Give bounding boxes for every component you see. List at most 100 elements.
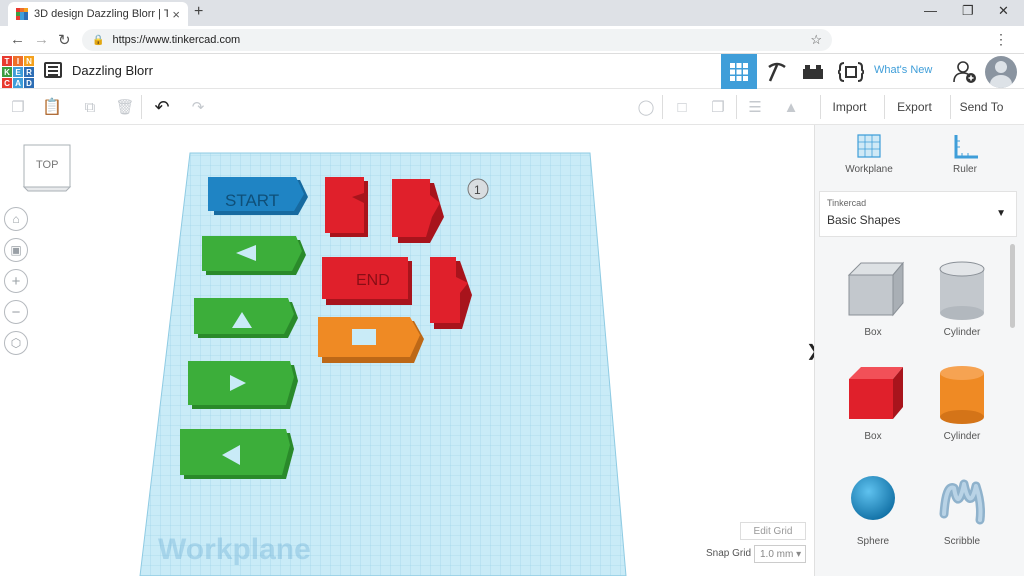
red-box-icon <box>849 367 903 419</box>
edit-toolbar: ❐ 📋 ⧉ 🗑 ↶ ↷ ◯ □ ❐ ☰ ▲ Import Export Send… <box>0 89 1024 125</box>
app-header: TIN KER CAD Dazzling Blorr What's New <box>0 54 1024 89</box>
green-block-4[interactable] <box>180 429 294 479</box>
blue-sphere-icon <box>851 476 895 520</box>
green-block-1[interactable] <box>202 236 306 275</box>
green-block-3[interactable] <box>188 361 298 409</box>
shape-label: Scribble <box>943 536 981 547</box>
shape-label: Cylinder <box>943 327 981 338</box>
restore-icon[interactable]: ❐ <box>962 3 974 19</box>
codeblocks-button[interactable] <box>833 54 869 89</box>
shape-label: Sphere <box>856 536 890 547</box>
paste-icon[interactable]: 📋 <box>40 95 64 119</box>
mirror-icon[interactable]: ▲ <box>779 95 803 119</box>
workplane-label: Workplane <box>158 533 311 566</box>
library-category: Tinkercad <box>827 198 867 208</box>
shape-cylinder-orange[interactable]: Cylinder <box>922 359 1002 442</box>
align-icon[interactable]: ☰ <box>743 95 767 119</box>
browser-tab[interactable]: 3D design Dazzling Blorr | Tinker × <box>8 2 188 26</box>
bookmark-star-icon[interactable]: ☆ <box>810 32 822 48</box>
workplane-canvas[interactable]: START END 1 <box>0 125 814 576</box>
ungroup-icon[interactable]: ❐ <box>706 95 730 119</box>
url-input[interactable]: 🔒 https://www.tinkercad.com ☆ <box>82 29 832 51</box>
duplicate-icon[interactable]: ⧉ <box>78 95 102 119</box>
logo-letter: R <box>24 67 34 77</box>
logo-letter: K <box>2 67 12 77</box>
scribble-icon <box>939 479 985 525</box>
start-block[interactable]: START <box>208 177 308 215</box>
home-view-icon[interactable]: ⌂ <box>4 207 28 231</box>
3d-viewport[interactable]: START END 1 TOP ⌂ ▣ + − ⬡ Workplane Edit… <box>0 125 814 576</box>
tab-title: 3D design Dazzling Blorr | Tinker <box>34 8 169 20</box>
address-bar-row: ← → ↻ 🔒 https://www.tinkercad.com ☆ ⋮ <box>0 26 1024 54</box>
red-end-block[interactable]: END <box>322 257 412 305</box>
logo-letter: I <box>13 56 23 66</box>
design-name[interactable]: Dazzling Blorr <box>72 63 153 78</box>
user-avatar[interactable] <box>985 56 1017 88</box>
logo-letter: T <box>2 56 12 66</box>
close-window-icon[interactable]: ✕ <box>998 3 1009 19</box>
edit-grid-button[interactable]: Edit Grid <box>740 522 806 540</box>
whats-new-link[interactable]: What's New <box>874 64 932 76</box>
panel-scrollbar[interactable] <box>1010 244 1015 328</box>
logo-letter: E <box>13 67 23 77</box>
copy-icon[interactable]: ❐ <box>6 95 30 119</box>
export-button[interactable]: Export <box>884 95 944 119</box>
workplane-tool-label: Workplane <box>845 164 893 175</box>
delete-icon[interactable]: 🗑 <box>113 95 137 119</box>
shape-box-red[interactable]: Box <box>833 359 913 442</box>
shape-scribble[interactable]: Scribble <box>922 464 1002 547</box>
orange-block[interactable] <box>318 317 424 363</box>
zoom-in-icon[interactable]: + <box>4 269 28 293</box>
grid-view-icon <box>730 62 748 81</box>
import-button[interactable]: Import <box>820 95 878 119</box>
browser-tab-bar: 3D design Dazzling Blorr | Tinker × + — … <box>0 0 1024 26</box>
add-user-button[interactable] <box>948 54 982 89</box>
send-to-button[interactable]: Send To <box>950 95 1012 119</box>
bricks-view-button[interactable] <box>795 54 831 89</box>
tinkercad-logo[interactable]: TIN KER CAD <box>2 56 34 88</box>
badge-label: 1 <box>474 183 481 197</box>
end-label: END <box>356 272 390 289</box>
add-user-icon <box>953 60 976 83</box>
green-block-2[interactable] <box>194 298 298 338</box>
ortho-view-icon[interactable]: ⬡ <box>4 331 28 355</box>
back-icon[interactable]: ← <box>10 31 25 48</box>
shape-cylinder-gray[interactable]: Cylinder <box>922 255 1002 338</box>
gray-box-icon <box>847 261 905 317</box>
shape-sphere[interactable]: Sphere <box>833 464 913 547</box>
workplane-icon <box>857 134 881 158</box>
logo-letter: C <box>2 78 12 88</box>
design-list-icon[interactable] <box>44 62 62 78</box>
forward-icon[interactable]: → <box>34 31 49 48</box>
snap-grid-label: Snap Grid <box>706 548 752 559</box>
red-block-1[interactable] <box>325 177 368 237</box>
group-icon[interactable]: □ <box>670 95 694 119</box>
lock-icon: 🔒 <box>92 34 105 46</box>
shape-label: Box <box>864 327 882 338</box>
shape-label: Cylinder <box>943 431 981 442</box>
shapes-panel: Workplane Ruler Tinkercad Basic Shapes ▼… <box>814 125 1024 576</box>
view-cube[interactable]: TOP <box>22 143 72 193</box>
brick-icon <box>803 64 823 79</box>
3d-view-button[interactable] <box>721 54 757 89</box>
library-name: Basic Shapes <box>827 213 901 227</box>
zoom-out-icon[interactable]: − <box>4 300 28 324</box>
redo-icon[interactable]: ↷ <box>186 95 210 119</box>
fit-view-icon[interactable]: ▣ <box>4 238 28 262</box>
light-bulb-icon[interactable]: ◯ <box>634 95 658 119</box>
pickaxe-icon <box>768 62 786 82</box>
undo-icon[interactable]: ↶ <box>150 95 174 119</box>
number-badge[interactable]: 1 <box>467 178 489 200</box>
new-tab-button[interactable]: + <box>194 3 203 21</box>
shape-box-gray[interactable]: Box <box>833 255 913 338</box>
reload-icon[interactable]: ↻ <box>58 31 71 49</box>
close-tab-icon[interactable]: × <box>172 7 180 22</box>
shape-library-dropdown[interactable]: Tinkercad Basic Shapes ▼ <box>819 191 1017 237</box>
snap-grid-select[interactable]: 1.0 mm ▾ <box>754 545 806 563</box>
workplane-tool[interactable]: Workplane <box>829 133 909 175</box>
code-blocks-icon <box>838 61 864 82</box>
browser-menu-icon[interactable]: ⋮ <box>994 31 1008 48</box>
ruler-tool[interactable]: Ruler <box>925 133 1005 175</box>
minimize-icon[interactable]: — <box>924 3 937 18</box>
blocks-view-button[interactable] <box>759 54 795 89</box>
